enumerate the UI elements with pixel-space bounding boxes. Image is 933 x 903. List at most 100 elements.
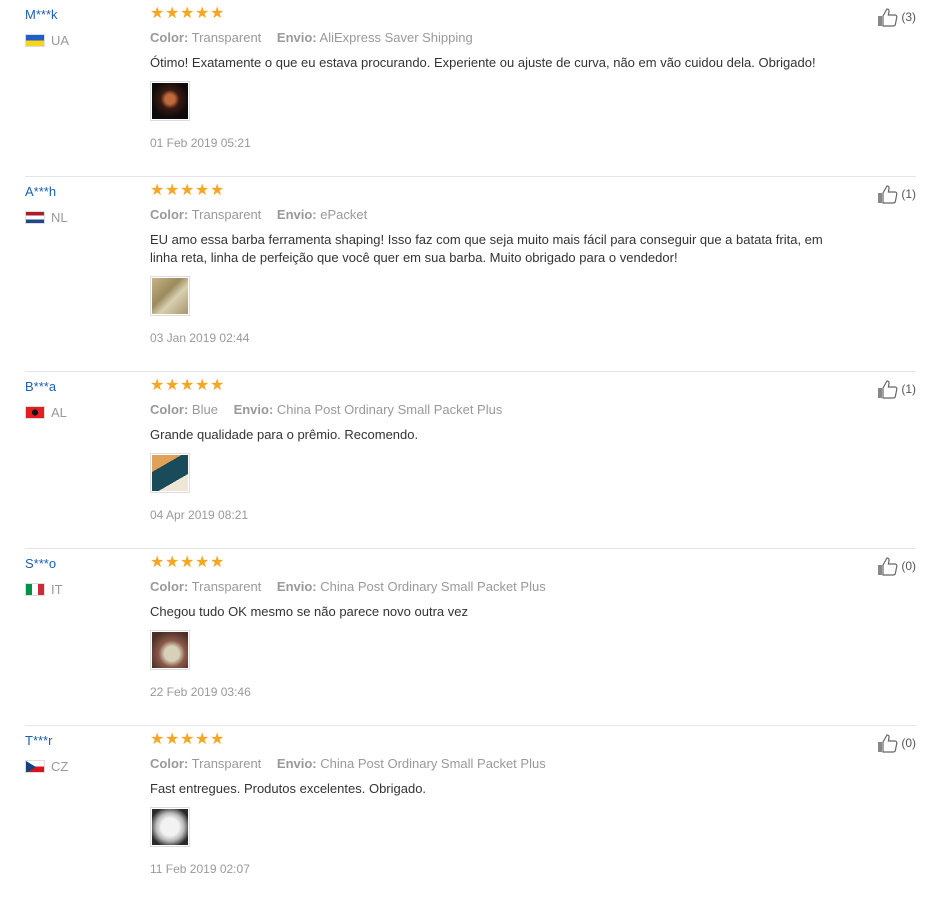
helpful-button[interactable]: (0) [876, 733, 916, 753]
review-text: Grande qualidade para o prêmio. Recomend… [150, 427, 419, 442]
star-icon: ★ [210, 5, 225, 22]
country-code: NL [51, 210, 68, 225]
star-icon: ★ [210, 731, 225, 748]
review-body: ★ ★ ★ ★ ★ Color: Transparent Envio: AliExpre… [150, 5, 846, 150]
shipping-label: Envio: [276, 579, 317, 594]
reviewer-country: NL [25, 210, 145, 225]
star-icon: ★ [195, 554, 210, 571]
order-attributes: Color: Transparent Envio: AliExpress Sav… [150, 30, 846, 46]
reviewer-country: AL [25, 405, 145, 420]
star-icon: ★ [150, 182, 165, 199]
reviewer-country: UA [25, 33, 145, 48]
flag-al-icon [25, 406, 45, 419]
star-rating: ★ ★ ★ ★ ★ [150, 731, 846, 749]
star-icon: ★ [165, 554, 180, 571]
review-body: ★ ★ ★ ★ ★ Color: Blue Envio: China Post Ordi… [150, 377, 846, 522]
star-icon: ★ [150, 554, 165, 571]
thumbs-up-icon [878, 557, 898, 576]
helpful-button[interactable]: (3) [876, 7, 916, 27]
star-icon: ★ [150, 5, 165, 22]
helpful-count: (0) [901, 736, 916, 750]
star-icon: ★ [165, 182, 180, 199]
flag-ua-icon [25, 34, 45, 47]
helpful-button[interactable]: (0) [876, 556, 916, 576]
reviewer-info: T***r CZ [25, 733, 145, 774]
review-photo-thumbnail[interactable] [150, 81, 190, 121]
color-label: Color: [150, 207, 189, 222]
flag-cz-icon [25, 760, 45, 773]
star-icon: ★ [195, 182, 210, 199]
star-icon: ★ [165, 5, 180, 22]
thumbs-up-icon [878, 380, 898, 399]
star-icon: ★ [180, 731, 195, 748]
star-rating: ★ ★ ★ ★ ★ [150, 182, 846, 200]
order-attributes: Color: Transparent Envio: China Post Ord… [150, 756, 846, 772]
review-text: Ótimo! Exatamente o que eu estava procur… [150, 55, 816, 70]
review-photo-thumbnail[interactable] [150, 807, 190, 847]
star-icon: ★ [180, 554, 195, 571]
star-rating: ★ ★ ★ ★ ★ [150, 377, 846, 395]
review-item: S***o IT ★ ★ ★ ★ ★ Color: Transparent Envio:… [25, 549, 916, 726]
reviewer-info: M***k UA [25, 7, 145, 48]
reviewer-country: CZ [25, 759, 145, 774]
review-photo [152, 632, 188, 668]
reviewer-name[interactable]: S***o [25, 556, 145, 572]
color-label: Color: [150, 30, 189, 45]
star-icon: ★ [210, 182, 225, 199]
reviewer-country: IT [25, 582, 145, 597]
star-rating: ★ ★ ★ ★ ★ [150, 5, 846, 23]
review-photo [152, 455, 188, 491]
star-icon: ★ [150, 377, 165, 394]
color-value: Transparent [191, 207, 262, 222]
country-code: CZ [51, 759, 69, 774]
flag-nl-icon [25, 211, 45, 224]
review-date: 03 Jan 2019 02:44 [150, 331, 250, 345]
color-value: Blue [191, 402, 218, 417]
thumbs-up-icon [878, 185, 898, 204]
star-icon: ★ [165, 377, 180, 394]
reviewer-info: S***o IT [25, 556, 145, 597]
reviewer-name[interactable]: A***h [25, 184, 145, 200]
country-code: AL [51, 405, 67, 420]
thumbs-up-icon [878, 8, 898, 27]
review-body: ★ ★ ★ ★ ★ Color: Transparent Envio: ePacket … [150, 182, 846, 345]
reviewer-info: B***a AL [25, 379, 145, 420]
review-photo [152, 809, 188, 845]
shipping-label: Envio: [276, 756, 317, 771]
review-photo-thumbnail[interactable] [150, 630, 190, 670]
review-item: M***k UA ★ ★ ★ ★ ★ Color: Transparent Envio:… [25, 0, 916, 177]
color-value: Transparent [191, 756, 262, 771]
star-icon: ★ [210, 554, 225, 571]
helpful-button[interactable]: (1) [876, 379, 916, 399]
star-icon: ★ [180, 182, 195, 199]
reviewer-name[interactable]: M***k [25, 7, 145, 23]
shipping-value: AliExpress Saver Shipping [319, 30, 473, 45]
review-item: B***a AL ★ ★ ★ ★ ★ Color: Blue Envio: China … [25, 372, 916, 549]
review-photo [152, 83, 188, 119]
color-label: Color: [150, 402, 189, 417]
star-icon: ★ [180, 5, 195, 22]
helpful-button[interactable]: (1) [876, 184, 916, 204]
star-icon: ★ [180, 377, 195, 394]
review-photo-thumbnail[interactable] [150, 453, 190, 493]
shipping-label: Envio: [276, 30, 317, 45]
review-text: Fast entregues. Produtos excelentes. Obr… [150, 781, 427, 796]
star-icon: ★ [165, 731, 180, 748]
reviewer-info: A***h NL [25, 184, 145, 225]
star-icon: ★ [195, 5, 210, 22]
order-attributes: Color: Transparent Envio: ePacket [150, 207, 846, 223]
review-date: 11 Feb 2019 02:07 [150, 862, 250, 876]
reviewer-name[interactable]: B***a [25, 379, 145, 395]
helpful-count: (3) [901, 10, 916, 24]
review-date: 04 Apr 2019 08:21 [150, 508, 249, 522]
star-icon: ★ [195, 731, 210, 748]
shipping-value: China Post Ordinary Small Packet Plus [320, 756, 546, 771]
review-photo-thumbnail[interactable] [150, 276, 190, 316]
color-label: Color: [150, 579, 189, 594]
star-icon: ★ [210, 377, 225, 394]
thumbs-up-icon [878, 734, 898, 753]
helpful-count: (1) [901, 187, 916, 201]
country-code: IT [51, 582, 63, 597]
reviewer-name[interactable]: T***r [25, 733, 145, 749]
star-icon: ★ [150, 731, 165, 748]
